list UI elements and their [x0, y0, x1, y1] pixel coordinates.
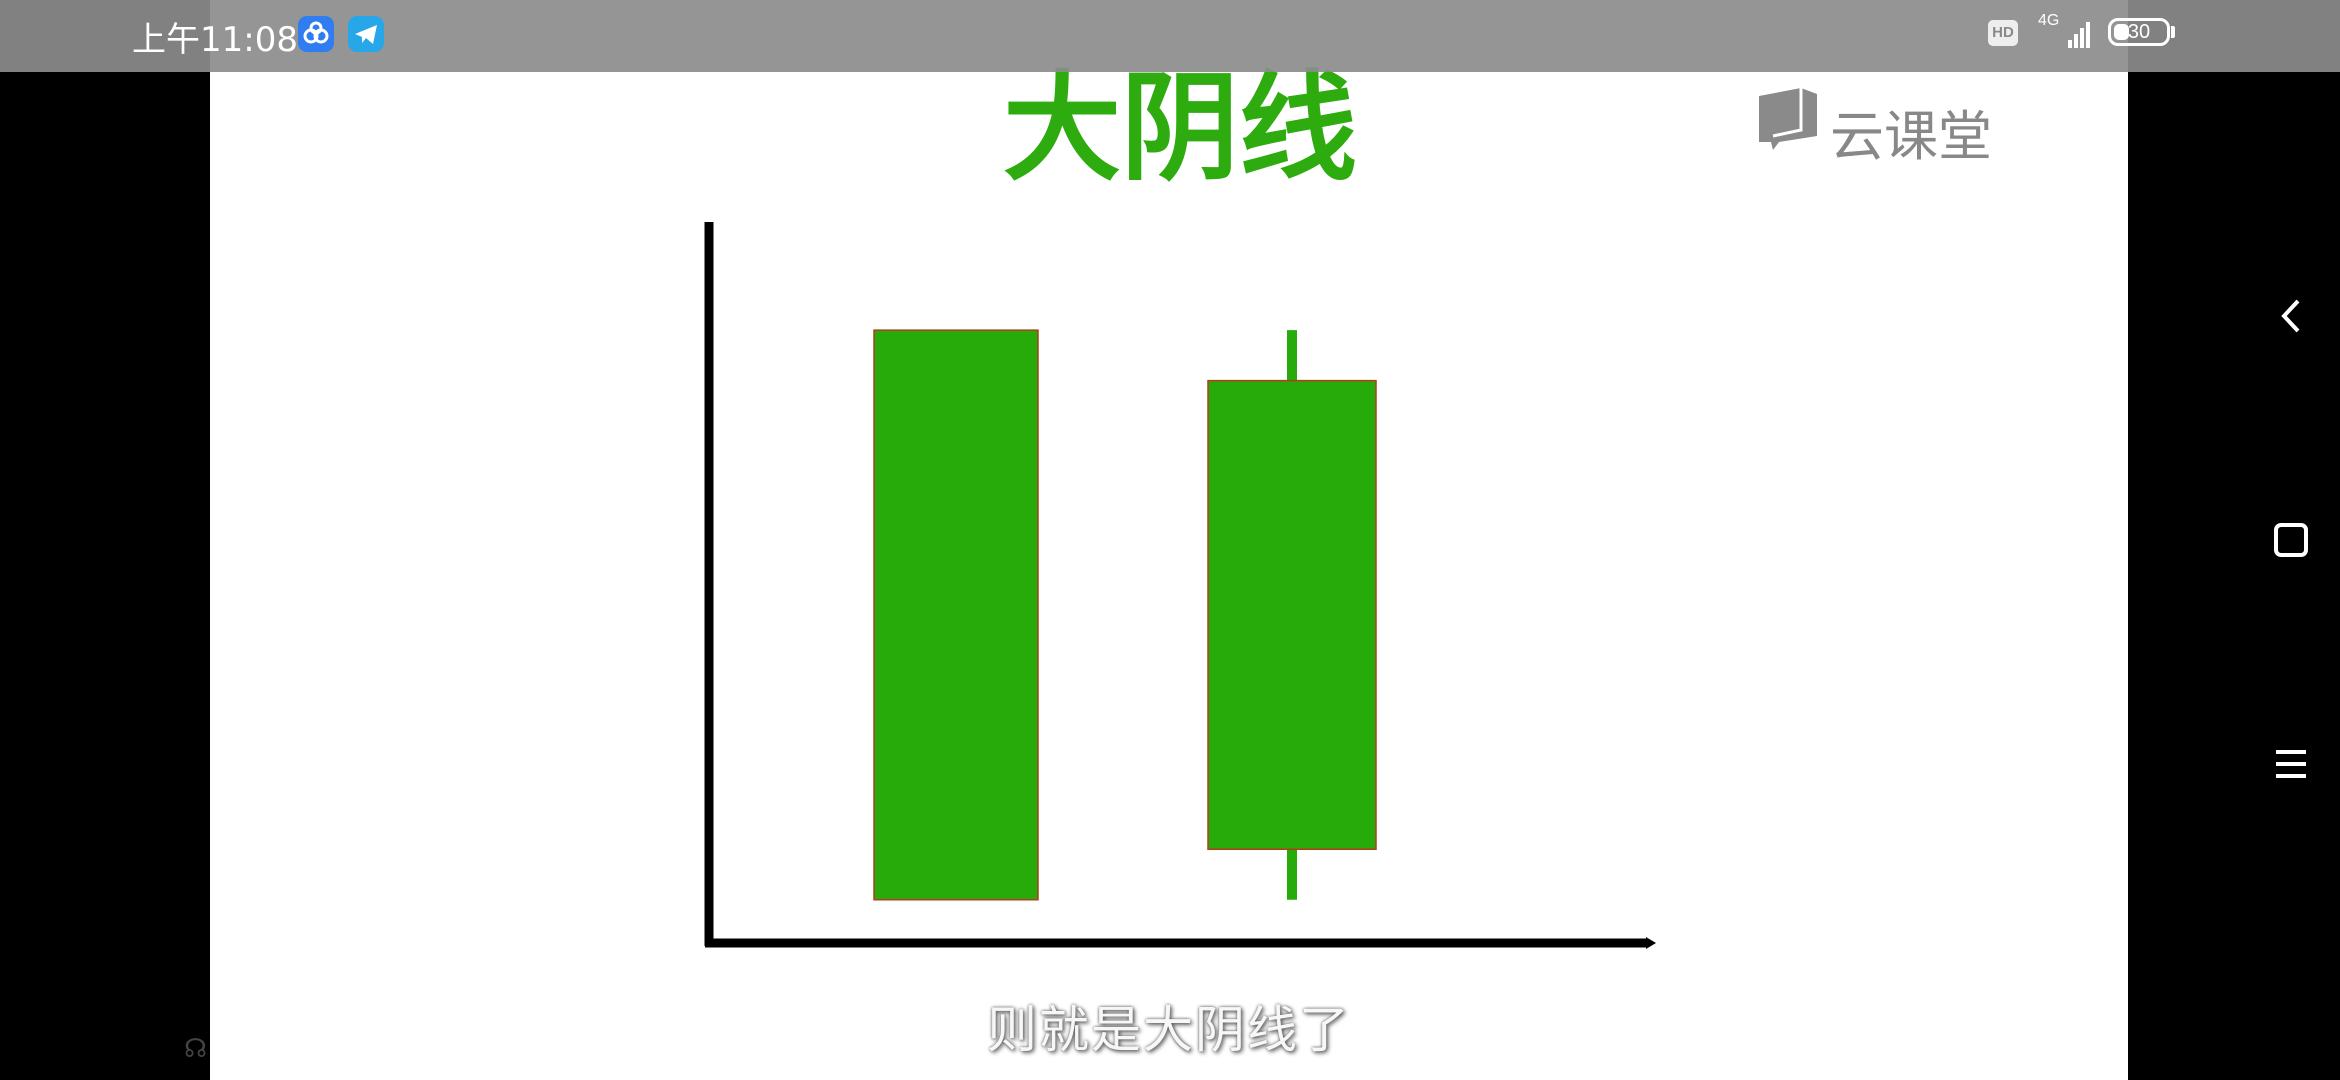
back-chevron-icon — [2281, 299, 2300, 333]
chart-axes — [704, 222, 1656, 949]
menu-lines-icon — [2276, 750, 2306, 778]
back-button[interactable] — [2128, 256, 2340, 376]
telegram-icon — [348, 16, 384, 52]
candle-body — [873, 329, 1039, 901]
status-bar: 上午11:08 HD 4G 30 — [0, 0, 2340, 72]
navigation-bar — [2128, 0, 2340, 1080]
recent-apps-button[interactable] — [2128, 704, 2340, 824]
video-subtitle: 则就是大阴线了 — [987, 1001, 1351, 1059]
home-button[interactable] — [2128, 480, 2340, 600]
battery-tip — [2171, 26, 2175, 38]
candles — [873, 329, 1377, 901]
home-square-icon — [2274, 523, 2308, 557]
signal-strength-icon — [2068, 22, 2090, 48]
status-time: 上午11:08 — [132, 20, 298, 60]
candle-body — [1207, 379, 1377, 851]
battery-level: 30 — [2127, 21, 2151, 43]
video-frame[interactable]: 大阴线 云课堂 则就是大阴线了 — [210, 0, 2128, 1080]
baidu-netdisk-icon — [298, 16, 334, 52]
battery-icon: 30 — [2108, 18, 2170, 46]
candlestick-chart — [704, 222, 1656, 949]
hd-voice-badge: HD — [1988, 20, 2018, 46]
headphone-icon: ☊ — [184, 1034, 208, 1064]
x-axis-arrowhead — [1646, 937, 1656, 949]
